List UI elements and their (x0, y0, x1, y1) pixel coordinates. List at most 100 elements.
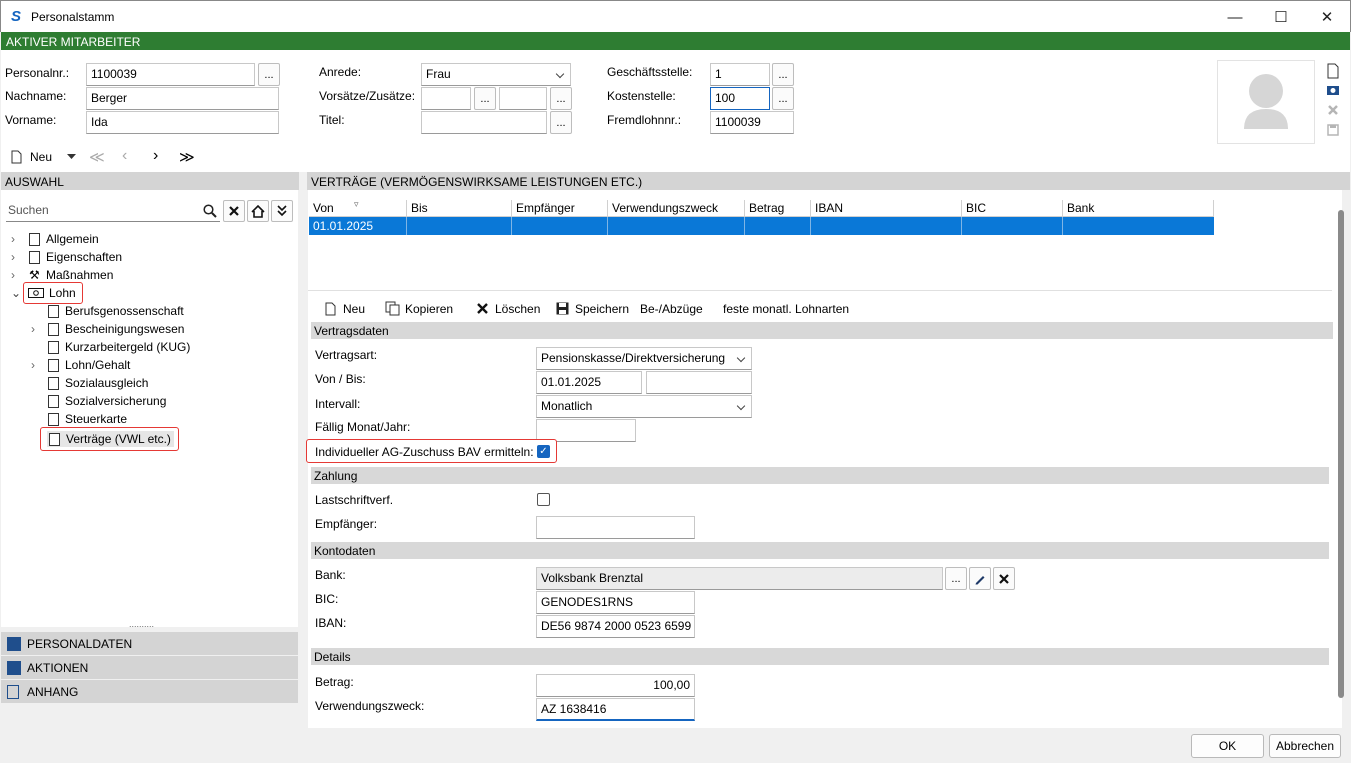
tree-item-kug[interactable]: Kurzarbeitergeld (KUG) (48, 338, 190, 356)
sort-icon: ▿ (354, 199, 359, 209)
accordion-personaldaten[interactable]: PERSONALDATEN (1, 632, 298, 656)
tree-item-sozialversicherung[interactable]: Sozialversicherung (48, 392, 166, 410)
betrag-field[interactable]: 100,00 (536, 674, 695, 697)
cell-bis[interactable] (407, 217, 512, 235)
column-verwendungszweck[interactable]: Verwendungszweck (608, 200, 745, 217)
von-field[interactable]: 01.01.2025 (536, 371, 642, 394)
chevron-down-icon[interactable] (67, 154, 76, 160)
ag-zuschuss-checkbox[interactable]: ✓ (537, 445, 550, 458)
avatar[interactable] (1217, 60, 1315, 144)
tree-item-bescheinigungswesen[interactable]: › Bescheinigungswesen (31, 320, 184, 338)
tree-item-steuerkarte[interactable]: Steuerkarte (48, 410, 127, 428)
accordion-anhang[interactable]: ANHANG (1, 680, 298, 704)
abzuege-button[interactable]: Be-/Abzüge (640, 302, 703, 316)
fremdlohnnr-field[interactable]: 1100039 (710, 111, 794, 134)
iban-field[interactable]: DE56 9874 2000 0523 6599 65 (536, 615, 695, 638)
column-bic[interactable]: BIC (962, 200, 1063, 217)
zusatz-lookup-button[interactable]: ... (550, 87, 572, 110)
lastschrift-checkbox[interactable] (537, 493, 550, 506)
new-document-icon[interactable] (1326, 63, 1340, 79)
close-icon (999, 573, 1009, 584)
minimize-button[interactable]: — (1212, 1, 1258, 33)
titel-lookup-button[interactable]: ... (550, 111, 572, 134)
intervall-select[interactable]: Monatlich (536, 395, 752, 418)
first-record-button[interactable]: ≪ (89, 148, 105, 166)
tree-item-vertraege[interactable]: Verträge (VWL etc.) (40, 427, 179, 451)
new-button[interactable]: Neu (30, 150, 52, 164)
cell-bic[interactable] (962, 217, 1063, 235)
betrag-label: Betrag: (315, 675, 354, 689)
tree-item-lohn-gehalt[interactable]: › Lohn/Gehalt (31, 356, 130, 374)
cell-von[interactable]: 01.01.2025 (309, 217, 407, 235)
anrede-select[interactable]: Frau (421, 63, 571, 86)
bank-clear-button[interactable] (993, 567, 1015, 590)
vorname-field[interactable]: Ida (86, 111, 279, 134)
cell-betrag[interactable] (745, 217, 811, 235)
collapse-all-button[interactable] (271, 200, 293, 222)
loeschen-button[interactable]: Löschen (495, 302, 540, 316)
vertical-scrollbar[interactable] (1338, 210, 1344, 698)
tree-label: Verträge (VWL etc.) (66, 432, 171, 446)
splitter-grip[interactable]: .......... (129, 619, 154, 629)
save-photo-icon[interactable] (1327, 124, 1339, 136)
close-button[interactable]: ✕ (1304, 1, 1350, 33)
column-iban[interactable]: IBAN (811, 200, 962, 217)
geschaeftsstelle-field[interactable]: 1 (710, 63, 770, 86)
tree-label: Steuerkarte (65, 412, 128, 426)
tree-item-eigenschaften[interactable]: › Eigenschaften (11, 248, 122, 266)
geschaeftsstelle-lookup-button[interactable]: ... (772, 63, 794, 86)
personalnr-field[interactable]: 1100039 (86, 63, 255, 86)
verwendungszweck-field[interactable]: AZ 1638416 (536, 698, 695, 721)
column-betrag[interactable]: Betrag (745, 200, 811, 217)
titel-field[interactable] (421, 111, 547, 134)
bis-field[interactable] (646, 371, 752, 394)
tree-label: Berufsgenossenschaft (65, 304, 184, 318)
cell-verwendungszweck[interactable] (608, 217, 745, 235)
neu-button[interactable]: Neu (343, 302, 365, 316)
column-bis[interactable]: Bis (407, 200, 512, 217)
cancel-button[interactable]: Abbrechen (1269, 734, 1341, 758)
vorsatz-field[interactable] (421, 87, 471, 110)
tree-label: Kurzarbeitergeld (KUG) (65, 340, 191, 354)
personaldaten-icon (7, 636, 21, 651)
bic-field[interactable]: GENODES1RNS (536, 591, 695, 614)
tree-item-berufsgenossenschaft[interactable]: Berufsgenossenschaft (48, 302, 184, 320)
ok-button[interactable]: OK (1191, 734, 1264, 758)
vorsatz-lookup-button[interactable]: ... (474, 87, 496, 110)
vorname-label: Vorname: (5, 113, 57, 127)
cell-iban[interactable] (811, 217, 962, 235)
kopieren-button[interactable]: Kopieren (405, 302, 453, 316)
column-bank[interactable]: Bank (1063, 200, 1214, 217)
kostenstelle-lookup-button[interactable]: ... (772, 87, 794, 110)
previous-record-button[interactable]: ‹ (122, 147, 127, 165)
home-button[interactable] (247, 200, 269, 222)
zusatz-field[interactable] (499, 87, 547, 110)
bank-edit-button[interactable] (969, 567, 991, 590)
person-silhouette-icon (1244, 74, 1288, 129)
column-empfaenger[interactable]: Empfänger (512, 200, 608, 217)
camera-icon[interactable] (1326, 83, 1340, 97)
next-record-button[interactable]: › (153, 147, 158, 165)
kostenstelle-field[interactable]: 100 (710, 87, 770, 110)
cell-empfaenger[interactable] (512, 217, 608, 235)
lohnarten-button[interactable]: feste monatl. Lohnarten (723, 302, 849, 316)
tree-item-lohn[interactable]: ⌄ Lohn (11, 282, 83, 304)
last-record-button[interactable]: ≫ (179, 148, 195, 166)
search-input[interactable]: Suchen (6, 200, 220, 222)
empfaenger-field[interactable] (536, 516, 695, 539)
delete-photo-icon[interactable] (1327, 104, 1339, 116)
speichern-button[interactable]: Speichern (575, 302, 629, 316)
save-icon (556, 302, 569, 315)
tree-label: Bescheinigungswesen (65, 322, 185, 336)
maximize-button[interactable]: ☐ (1258, 1, 1304, 33)
accordion-aktionen[interactable]: AKTIONEN (1, 656, 298, 680)
bank-lookup-button[interactable]: ... (945, 567, 967, 590)
nachname-field[interactable]: Berger (86, 87, 279, 110)
personalnr-lookup-button[interactable]: ... (258, 63, 280, 86)
clear-search-button[interactable] (223, 200, 245, 222)
cell-bank[interactable] (1063, 217, 1214, 235)
search-icon[interactable] (203, 204, 217, 218)
vertragsart-select[interactable]: Pensionskasse/Direktversicherung (536, 347, 752, 370)
tree-item-sozialausgleich[interactable]: Sozialausgleich (48, 374, 148, 392)
tree-item-allgemein[interactable]: › Allgemein (11, 230, 99, 248)
